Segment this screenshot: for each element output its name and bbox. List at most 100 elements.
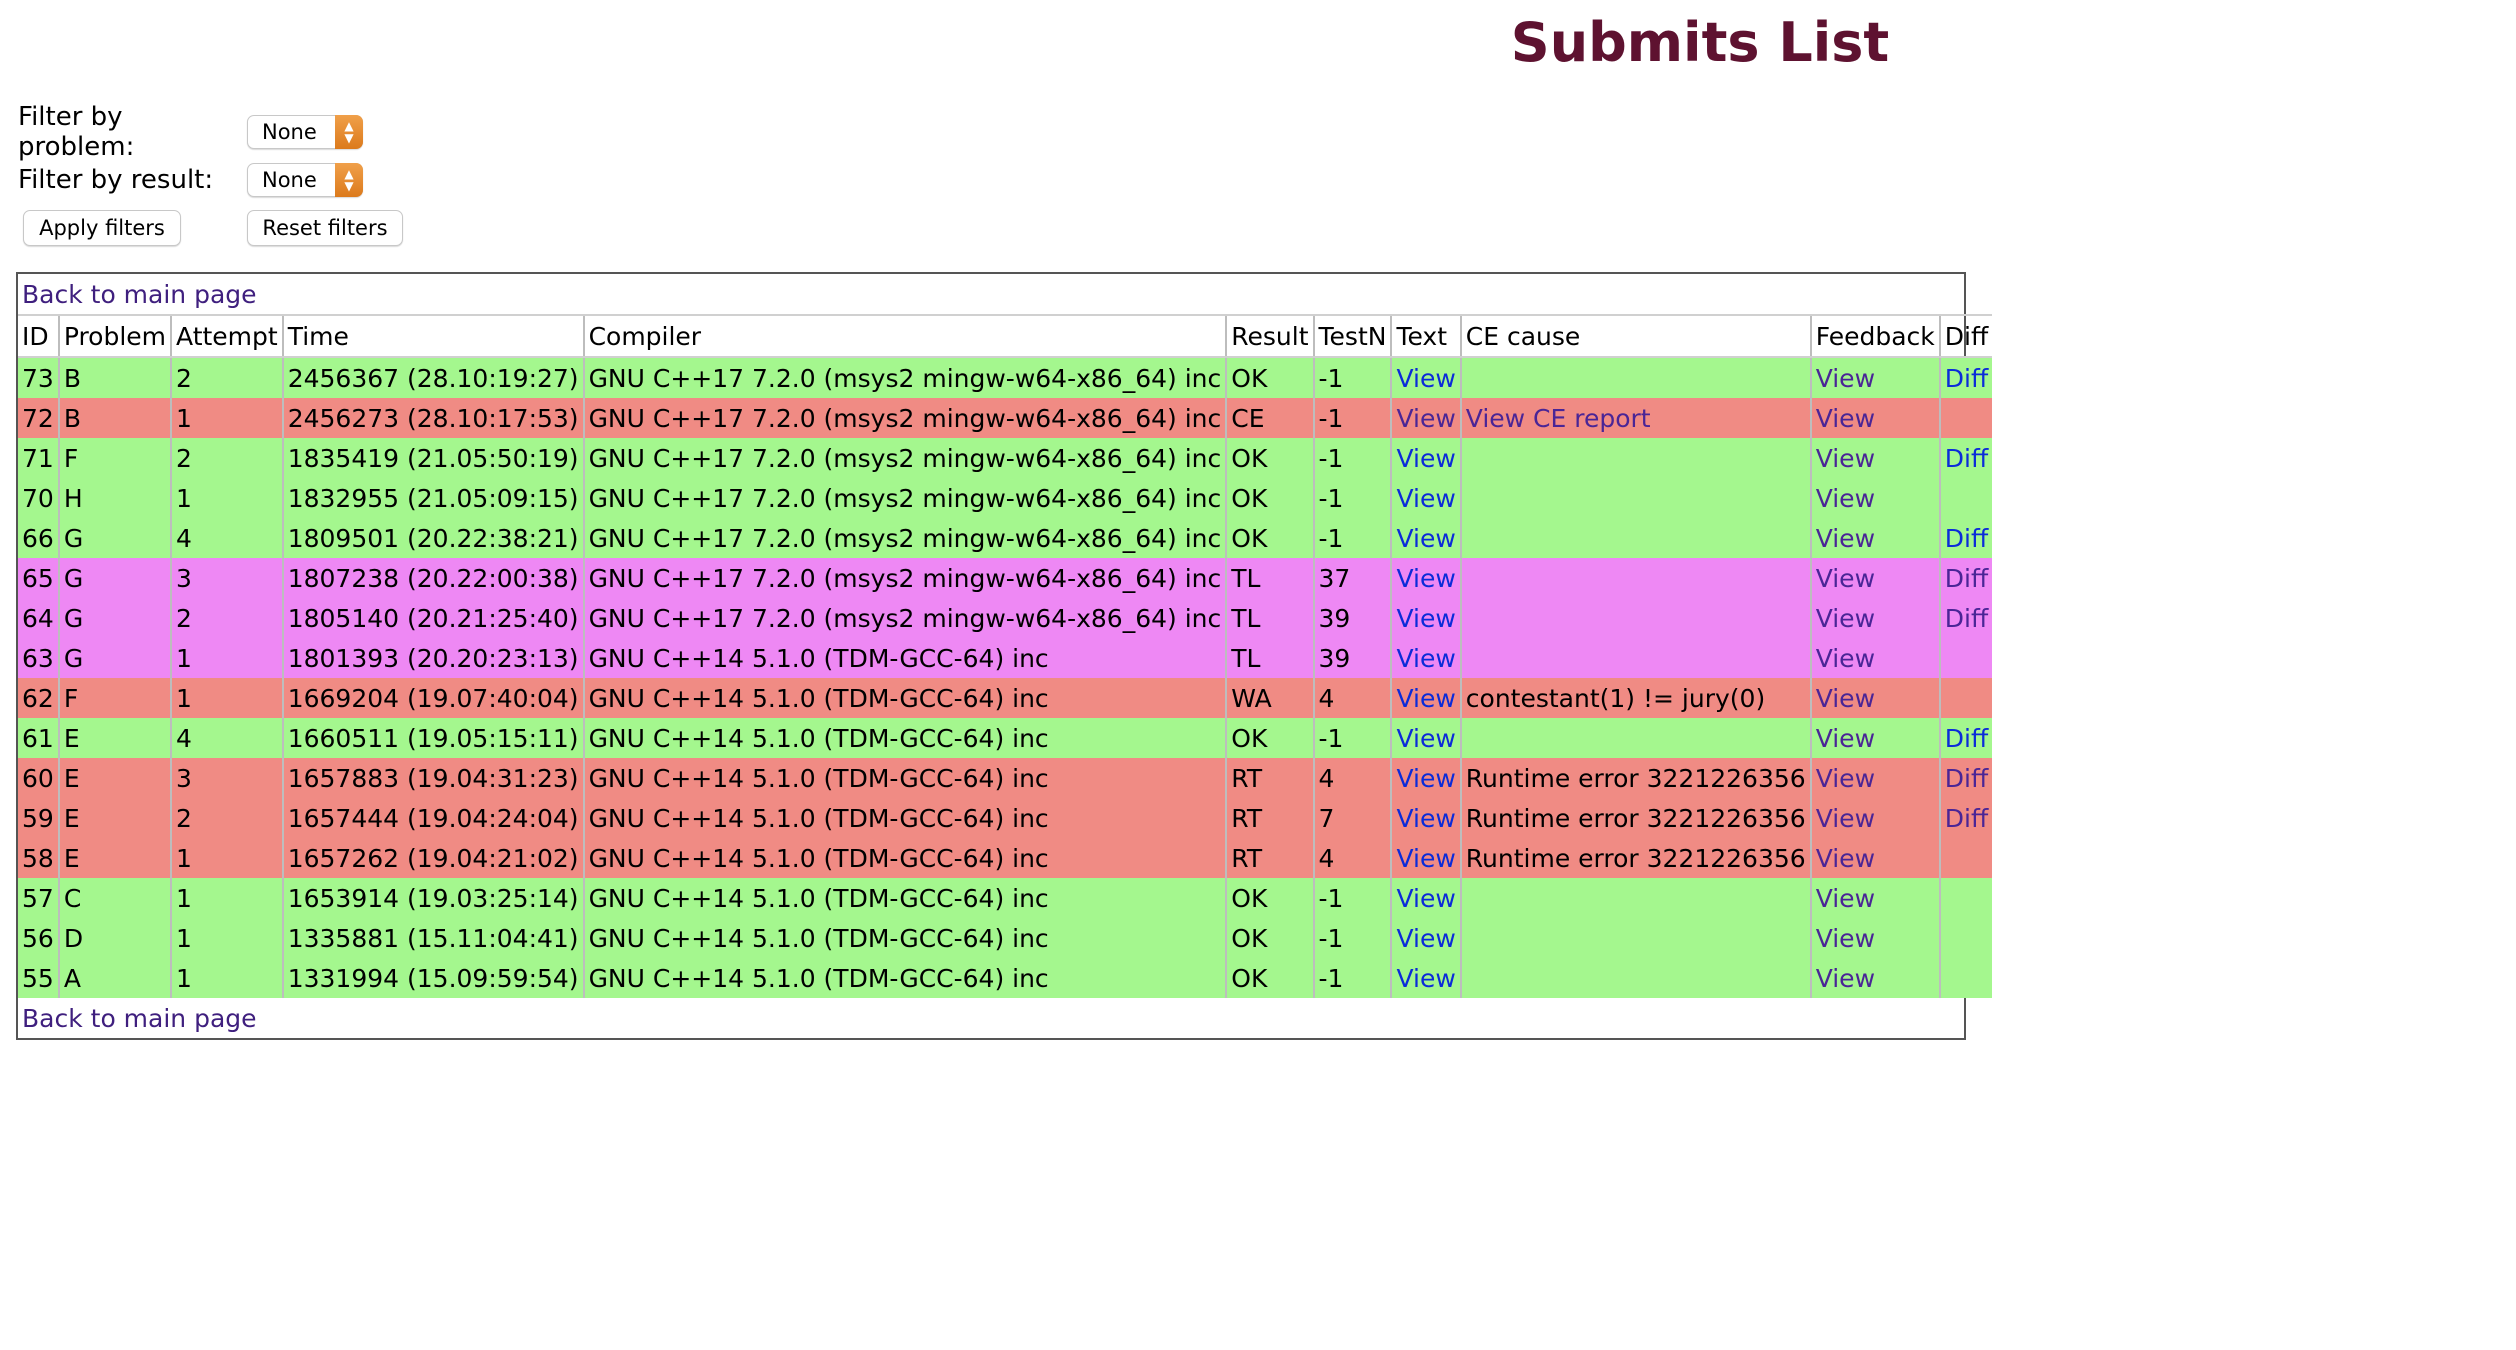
back-to-main-link-bottom[interactable]: Back to main page [22, 1004, 257, 1033]
cell-ce-cause: Runtime error 3221226356 [1459, 758, 1811, 798]
cell-testn: 39 [1312, 598, 1392, 638]
cell-result: OK [1225, 518, 1314, 558]
view-feedback-link[interactable]: View [1816, 604, 1875, 633]
cell-feedback: View [1809, 558, 1940, 598]
view-feedback-link[interactable]: View [1816, 684, 1875, 713]
column-header: Text [1390, 314, 1461, 358]
view-feedback-link[interactable]: View [1816, 644, 1875, 673]
diff-link[interactable]: Diff [1945, 764, 1988, 793]
view-feedback-link[interactable]: View [1816, 444, 1875, 473]
top-link-cell: Back to main page [18, 274, 1992, 315]
cell-time: 1805140 (20.21:25:40) [281, 598, 584, 638]
cell-attempt: 1 [170, 958, 283, 998]
table-row: 73 B 2 2456367 (28.10:19:27) GNU C++17 7.2.0… [18, 357, 1993, 398]
view-text-link[interactable]: View [1396, 604, 1455, 633]
view-text-link[interactable]: View [1396, 924, 1455, 953]
view-text-link[interactable]: View [1396, 964, 1455, 993]
view-text-link[interactable]: View [1396, 484, 1455, 513]
filter-result-value: None [262, 168, 317, 192]
view-feedback-link[interactable]: View [1816, 764, 1875, 793]
page-title: Submits List [1510, 11, 1890, 74]
cell-ce-cause [1459, 598, 1811, 638]
submits-table: Back to main page ID Problem Attempt Time Co… [18, 274, 1993, 1038]
table-row: 56 D 1 1335881 (15.11:04:41) GNU C++14 5.1.0… [18, 918, 1993, 958]
cell-testn: -1 [1312, 918, 1392, 958]
table-row: 59 E 2 1657444 (19.04:24:04) GNU C++14 5.1.0… [18, 798, 1993, 838]
cell-feedback: View [1809, 798, 1940, 838]
back-to-main-link-top[interactable]: Back to main page [22, 280, 257, 309]
diff-link[interactable]: Diff [1945, 564, 1988, 593]
cell-testn: 7 [1312, 798, 1392, 838]
table-row: 60 E 3 1657883 (19.04:31:23) GNU C++14 5.1.0… [18, 758, 1993, 798]
cell-result: OK [1225, 878, 1314, 918]
view-text-link[interactable]: View [1396, 524, 1455, 553]
cell-ce-cause [1459, 357, 1811, 398]
diff-link[interactable]: Diff [1945, 724, 1988, 753]
table-row: 62 F 1 1669204 (19.07:40:04) GNU C++14 5.1.0… [18, 678, 1993, 718]
view-text-link[interactable]: View [1396, 644, 1455, 673]
table-row: 72 B 1 2456273 (28.10:17:53) GNU C++17 7.2.0… [18, 398, 1993, 438]
view-feedback-link[interactable]: View [1816, 924, 1875, 953]
view-text-link[interactable]: View [1396, 804, 1455, 833]
cell-attempt: 1 [170, 838, 283, 878]
cell-result: RT [1225, 838, 1314, 878]
view-text-link[interactable]: View [1396, 844, 1455, 873]
top-link-row: Back to main page [18, 274, 1992, 315]
view-feedback-link[interactable]: View [1816, 484, 1875, 513]
cell-diff: Diff [1938, 598, 1993, 638]
view-feedback-link[interactable]: View [1816, 804, 1875, 833]
view-feedback-link[interactable]: View [1816, 884, 1875, 913]
view-feedback-link[interactable]: View [1816, 844, 1875, 873]
cell-problem: E [57, 838, 172, 878]
view-feedback-link[interactable]: View [1816, 564, 1875, 593]
cell-problem: H [57, 478, 172, 518]
diff-link[interactable]: Diff [1945, 364, 1988, 393]
view-text-link[interactable]: View [1396, 884, 1455, 913]
cell-attempt: 2 [170, 798, 283, 838]
diff-link[interactable]: Diff [1945, 444, 1988, 473]
filter-result-select[interactable]: None ▲ ▼ [247, 163, 363, 197]
cell-compiler: GNU C++14 5.1.0 (TDM-GCC-64) inc [582, 958, 1227, 998]
view-text-link[interactable]: View [1396, 444, 1455, 473]
view-feedback-link[interactable]: View [1816, 964, 1875, 993]
cell-compiler: GNU C++14 5.1.0 (TDM-GCC-64) inc [582, 718, 1227, 758]
diff-link[interactable]: Diff [1945, 804, 1988, 833]
view-ce-report-link[interactable]: View CE report [1466, 404, 1651, 433]
cell-feedback: View [1809, 758, 1940, 798]
view-text-link[interactable]: View [1396, 724, 1455, 753]
view-feedback-link[interactable]: View [1816, 404, 1875, 433]
cell-time: 1657883 (19.04:31:23) [281, 758, 584, 798]
filter-result-row: Filter by result: None ▲ ▼ [18, 156, 403, 204]
cell-attempt: 3 [170, 758, 283, 798]
cell-diff: Diff [1938, 718, 1993, 758]
cell-result: WA [1225, 678, 1314, 718]
diff-link[interactable]: Diff [1945, 524, 1988, 553]
cell-time: 2456273 (28.10:17:53) [281, 398, 584, 438]
view-text-link[interactable]: View [1396, 564, 1455, 593]
table-row: 71 F 2 1835419 (21.05:50:19) GNU C++17 7.2.0… [18, 438, 1993, 478]
reset-filters-button[interactable]: Reset filters [247, 210, 403, 246]
cell-ce-cause: Runtime error 3221226356 [1459, 798, 1811, 838]
cell-diff [1938, 958, 1993, 998]
view-feedback-link[interactable]: View [1816, 524, 1875, 553]
view-text-link[interactable]: View [1396, 404, 1455, 433]
cell-ce-cause [1459, 518, 1811, 558]
cell-result: CE [1225, 398, 1314, 438]
diff-link[interactable]: Diff [1945, 604, 1988, 633]
cell-compiler: GNU C++17 7.2.0 (msys2 mingw-w64-x86_64)… [582, 558, 1227, 598]
cell-ce-cause: Runtime error 3221226356 [1459, 838, 1811, 878]
cell-problem: E [57, 758, 172, 798]
cell-result: OK [1225, 718, 1314, 758]
view-text-link[interactable]: View [1396, 684, 1455, 713]
cell-time: 1660511 (19.05:15:11) [281, 718, 584, 758]
apply-filters-button[interactable]: Apply filters [23, 210, 181, 246]
cell-result: OK [1225, 958, 1314, 998]
view-text-link[interactable]: View [1396, 364, 1455, 393]
table-header-row: ID Problem Attempt Time Compiler Result TestN T… [18, 314, 1993, 358]
view-feedback-link[interactable]: View [1816, 364, 1875, 393]
filter-problem-select[interactable]: None ▲ ▼ [247, 115, 363, 149]
cell-problem: B [57, 357, 172, 398]
column-header: Diff [1938, 314, 1993, 358]
view-text-link[interactable]: View [1396, 764, 1455, 793]
view-feedback-link[interactable]: View [1816, 724, 1875, 753]
